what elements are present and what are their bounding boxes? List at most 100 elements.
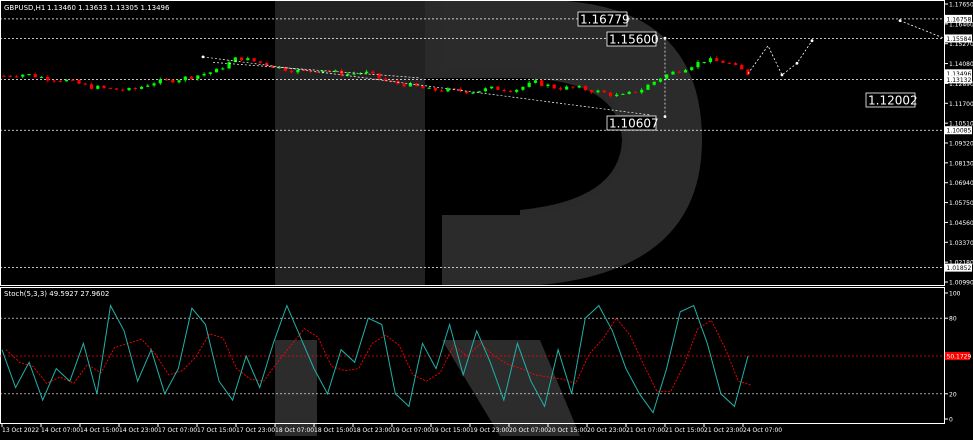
candle-body (202, 73, 206, 76)
level-box-label: 1.12002 (868, 94, 918, 108)
candle-body (102, 85, 106, 88)
candle-body (490, 86, 494, 89)
candle-body (365, 71, 369, 74)
candle-body (533, 80, 538, 83)
candle-body (346, 73, 350, 76)
candle-body (296, 69, 300, 73)
candle-body (158, 79, 162, 84)
candle-body (258, 61, 262, 63)
candle-body (246, 58, 250, 61)
time-axis[interactable]: 13 Oct 2022 14 Oct 07:00 14 Oct 15:00 14 Oc… (1, 423, 782, 434)
candle-body (377, 73, 381, 79)
price-tick-label: 1.03370 (949, 240, 973, 247)
stoch-label: Stoch(5,3,3) 49.5927 27.9602 (4, 290, 109, 298)
candle-body (465, 91, 469, 94)
candle-body (2, 75, 6, 77)
candle-body (733, 63, 738, 65)
time-tick-label: 21 Oct 07:00 (626, 427, 665, 434)
candle-body (46, 76, 50, 81)
watermark-logo (275, 0, 702, 436)
candle-body (83, 83, 87, 85)
candle-body (471, 92, 475, 94)
stoch-signal-line (5, 317, 753, 393)
time-tick-label: 20 Oct 07:00 (509, 427, 548, 434)
forecast-path (899, 20, 945, 39)
candle-body (427, 87, 431, 89)
candle-body (189, 76, 194, 79)
price-tag-label: 1.13132 (947, 77, 972, 84)
candle-body (727, 62, 731, 64)
candle-body (590, 90, 594, 93)
price-tick-label: 1.09320 (949, 141, 973, 148)
candle-body (89, 84, 94, 89)
time-tick-label: 14 Oct 07:00 (41, 427, 80, 434)
time-tick-label: 17 Oct 07:00 (158, 427, 197, 434)
candle-body (352, 73, 356, 75)
candle-body (14, 76, 19, 78)
candle-body (671, 71, 675, 75)
forecast-point (795, 61, 799, 65)
symbol-label: GBPUSD,H1 (4, 4, 45, 12)
candle-body (702, 61, 706, 63)
price-axis[interactable]: 1.176501.164601.152701.140801.128901.117… (944, 2, 973, 287)
price-tick-label: 1.14080 (949, 61, 973, 68)
candle-body (208, 72, 212, 74)
time-tick-label: 14 Oct 23:00 (119, 427, 158, 434)
candle-body (546, 84, 550, 86)
candle-body (340, 70, 344, 76)
ohlc-label: 1.13460 1.13633 1.13305 1.13496 (47, 4, 170, 12)
candle-body (565, 86, 569, 90)
forecast-point (810, 39, 814, 43)
candle-body (64, 79, 69, 82)
time-tick-label: 17 Oct 23:00 (236, 427, 275, 434)
candle-body (665, 74, 669, 79)
candle-body (33, 74, 37, 78)
price-tick-label: 1.11700 (949, 101, 973, 108)
candle-body (715, 58, 719, 61)
candle-body (627, 91, 631, 95)
candle-body (690, 67, 694, 71)
candle-body (527, 82, 531, 87)
candle-body (433, 87, 437, 91)
candle-body (583, 86, 588, 91)
price-tick-label: 1.06940 (949, 180, 973, 187)
forecast-point (780, 73, 784, 77)
forecast-point (663, 115, 667, 119)
candle-body (227, 62, 231, 69)
candle-body (127, 88, 131, 91)
candle-body (633, 91, 638, 93)
price-tick-label: 1.04560 (949, 220, 973, 227)
candle-body (183, 76, 187, 81)
candle-body (577, 86, 581, 88)
level-box-label: 1.15600 (609, 33, 659, 47)
time-tick-label: 18 Oct 23:00 (353, 427, 392, 434)
candle-body (27, 74, 31, 76)
candle-body (696, 62, 700, 68)
time-tick-label: 18 Oct 07:00 (275, 427, 314, 434)
candle-body (58, 80, 62, 82)
stoch-tick-label: 100 (949, 291, 961, 298)
trading-chart[interactable]: GBPUSD,H1 1.13460 1.13633 1.13305 1.1349… (0, 0, 973, 436)
candle-body (96, 85, 100, 89)
candle-body (289, 70, 294, 73)
candle-body (615, 94, 619, 97)
candle-body (421, 86, 425, 89)
candle-body (540, 80, 544, 86)
stoch-tick-label: 80 (949, 316, 957, 323)
candle-body (402, 83, 406, 87)
candle-body (121, 89, 125, 91)
time-tick-label: 13 Oct 2022 (2, 427, 39, 434)
price-tag-label: 1.16758 (947, 16, 972, 23)
candle-body (139, 86, 144, 89)
candle-body (458, 88, 463, 92)
candle-body (658, 78, 663, 82)
candle-body (152, 83, 156, 86)
candle-body (740, 64, 744, 70)
time-tick-label: 19 Oct 23:00 (470, 427, 509, 434)
candle-body (708, 58, 713, 62)
level-box-label: 1.10607 (609, 117, 659, 131)
time-tick-label: 14 Oct 15:00 (80, 427, 119, 434)
candle-body (571, 86, 575, 88)
forecast-point (663, 36, 667, 40)
time-tick-label: 20 Oct 15:00 (548, 427, 587, 434)
